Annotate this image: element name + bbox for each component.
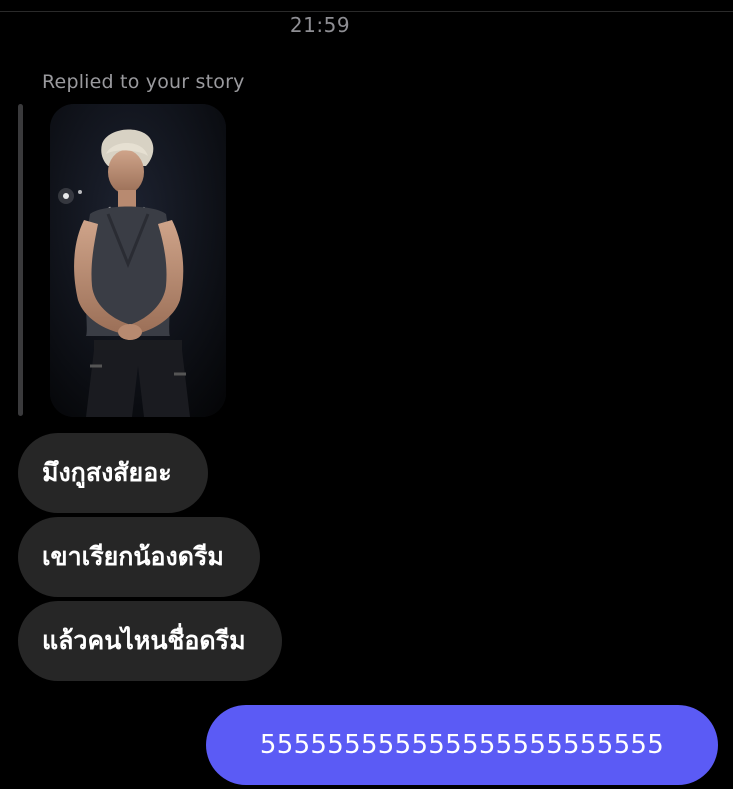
reply-indicator-bar [18, 104, 23, 416]
message-timestamp: 21:59 [289, 13, 351, 37]
replied-to-story-label: Replied to your story [42, 71, 245, 93]
sent-message-bubble[interactable]: 555555555555555555555555 [206, 705, 718, 785]
top-divider [0, 11, 733, 12]
story-thumbnail[interactable] [50, 104, 226, 417]
received-message-bubble[interactable]: มึงกูสงสัยอะ [18, 433, 208, 513]
story-photo-icon [50, 104, 226, 417]
received-message-bubble[interactable]: เขาเรียกน้องดรีม [18, 517, 260, 597]
received-message-bubble[interactable]: แล้วคนไหนชื่อดรีม [18, 601, 282, 681]
